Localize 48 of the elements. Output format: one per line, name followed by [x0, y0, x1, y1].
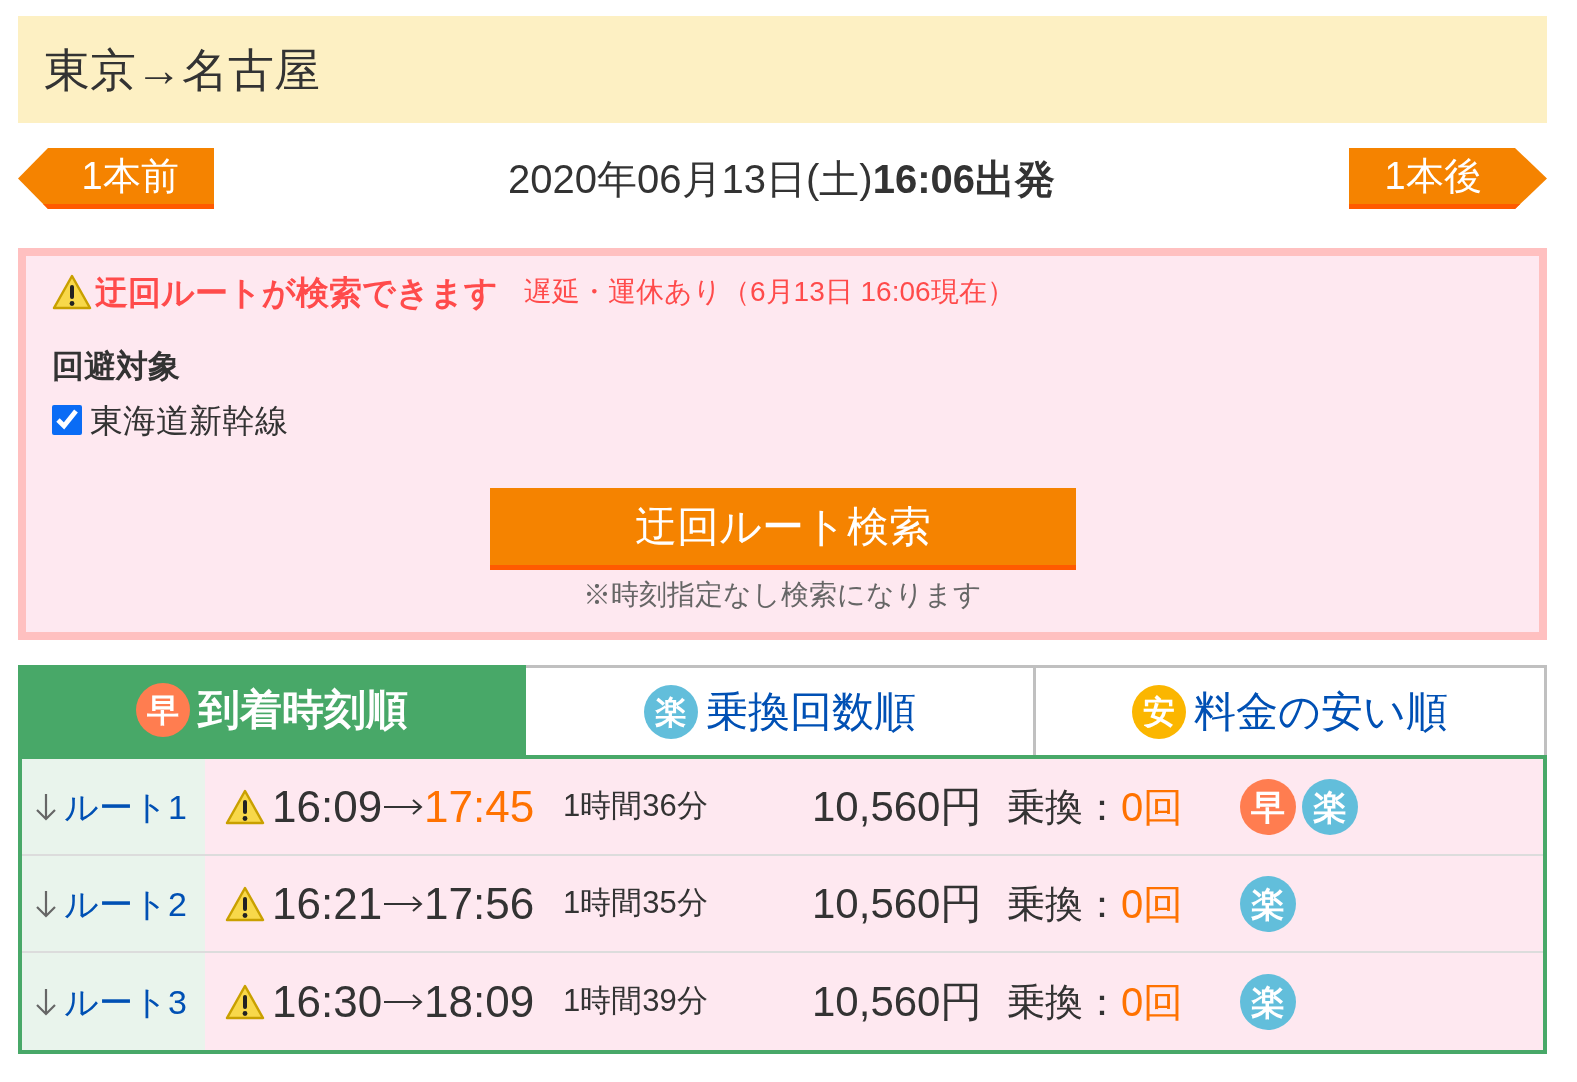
- fare: 10,560円: [812, 977, 983, 1025]
- arrow-right-icon: [383, 991, 424, 1012]
- transfer-label: 乗換：: [1007, 787, 1121, 826]
- fare: 10,560円: [812, 879, 983, 927]
- arrow-right-icon: [383, 893, 424, 914]
- arrow-down-icon: [34, 791, 58, 822]
- sort-tab[interactable]: 安 料金の安い順: [1036, 665, 1547, 755]
- route-link[interactable]: ルート1: [34, 789, 187, 824]
- transfer-count: 0回: [1121, 981, 1184, 1022]
- arrow-right-icon: [383, 796, 424, 817]
- transfer-label: 乗換：: [1007, 982, 1121, 1021]
- route-badge: 楽: [1240, 973, 1296, 1030]
- warning-icon: [52, 273, 92, 311]
- duration: 1時間36分: [563, 788, 708, 823]
- transfer-count: 0回: [1121, 883, 1184, 924]
- checkbox-label: 東海道新幹線: [90, 403, 288, 437]
- tab-badge: 楽: [643, 684, 698, 739]
- checkbox[interactable]: [52, 405, 82, 435]
- route-link[interactable]: ルート3: [34, 984, 187, 1019]
- tab-badge: 早: [135, 683, 190, 737]
- departure-datetime: 2020年06月13日(土)16:06出発: [508, 158, 1055, 199]
- route-badge: 楽: [1302, 778, 1358, 835]
- departure-time: 16:30: [272, 979, 383, 1024]
- warning-icon: [225, 884, 265, 923]
- alert-status: 遅延・運休あり（6月13日 16:06現在）: [524, 278, 1015, 306]
- warning-icon: [225, 787, 265, 826]
- departure-time: 16:21: [272, 881, 383, 926]
- arrow-down-icon: [34, 986, 58, 1017]
- arrival-time: 17:56: [424, 881, 535, 926]
- departure-time: 16:09: [272, 784, 383, 829]
- route-link[interactable]: ルート2: [34, 886, 187, 921]
- transfer-label: 乗換：: [1007, 884, 1121, 923]
- tab-badge: 安: [1132, 684, 1187, 739]
- avoid-heading: 回避対象: [52, 347, 181, 386]
- alert-title: 迂回ルートが検索できます: [95, 275, 498, 309]
- page-title: 東京→名古屋: [44, 46, 320, 93]
- transfer-count: 0回: [1121, 786, 1184, 827]
- arrival-time: 17:45: [424, 784, 535, 829]
- duration: 1時間39分: [563, 983, 708, 1018]
- arrow-down-icon: [34, 888, 58, 919]
- duration: 1時間35分: [563, 885, 708, 920]
- arrival-time: 18:09: [424, 979, 535, 1024]
- route-badge: 早: [1240, 778, 1296, 835]
- route-badge: 楽: [1240, 875, 1296, 932]
- fare: 10,560円: [812, 782, 983, 830]
- search-note: ※時刻指定なし検索になります: [582, 578, 983, 612]
- warning-icon: [225, 982, 265, 1021]
- sort-tab[interactable]: 楽 乗換回数順: [525, 665, 1037, 755]
